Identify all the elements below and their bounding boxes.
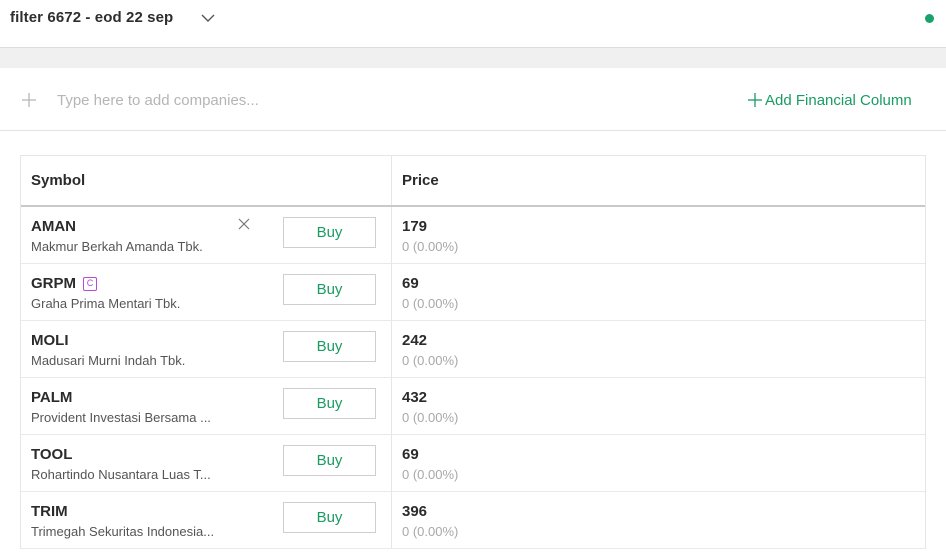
symbol-cell: GRPM C Graha Prima Mentari Tbk. Buy: [21, 264, 392, 320]
add-companies-row: Add Financial Column: [0, 68, 946, 131]
price-value: 69: [402, 275, 419, 292]
price-value: 396: [402, 503, 428, 520]
buy-button[interactable]: Buy: [283, 388, 376, 419]
plus-icon: [22, 93, 36, 107]
price-change: 0 (0.00%): [402, 239, 459, 254]
table-row[interactable]: GRPM C Graha Prima Mentari Tbk. Buy 69 0…: [21, 264, 925, 321]
companies-table: Symbol Price AMAN Makmur Berkah Amanda T…: [20, 155, 926, 549]
category-badge: C: [83, 276, 97, 291]
price-change: 0 (0.00%): [402, 353, 459, 368]
symbol-cell: PALM Provident Investasi Bersama ... Buy: [21, 378, 392, 434]
page-title[interactable]: filter 6672 - eod 22 sep: [10, 9, 173, 26]
table-row[interactable]: TRIM Trimegah Sekuritas Indonesia... Buy…: [21, 492, 925, 549]
company-name: Graha Prima Mentari Tbk.: [31, 296, 181, 311]
plus-icon: [748, 93, 762, 107]
symbol-cell: AMAN Makmur Berkah Amanda Tbk. Buy: [21, 207, 392, 263]
column-header-price[interactable]: Price: [392, 156, 439, 205]
price-cell: 396 0 (0.00%): [392, 492, 925, 548]
divider-band: [0, 47, 946, 69]
add-companies-input[interactable]: [57, 88, 577, 112]
price-cell: 69 0 (0.00%): [392, 435, 925, 491]
ticker-symbol[interactable]: PALM: [31, 389, 72, 406]
company-name: Rohartindo Nusantara Luas T...: [31, 467, 211, 482]
column-header-symbol[interactable]: Symbol: [21, 156, 392, 205]
price-value: 432: [402, 389, 428, 406]
top-bar: filter 6672 - eod 22 sep: [0, 0, 946, 47]
price-cell: 432 0 (0.00%): [392, 378, 925, 434]
company-name: Trimegah Sekuritas Indonesia...: [31, 524, 215, 539]
symbol-cell: TRIM Trimegah Sekuritas Indonesia... Buy: [21, 492, 392, 548]
table-row[interactable]: PALM Provident Investasi Bersama ... Buy…: [21, 378, 925, 435]
price-change: 0 (0.00%): [402, 296, 459, 311]
close-icon[interactable]: [237, 217, 251, 231]
symbol-cell: TOOL Rohartindo Nusantara Luas T... Buy: [21, 435, 392, 491]
ticker-symbol[interactable]: MOLI: [31, 332, 69, 349]
buy-button[interactable]: Buy: [283, 274, 376, 305]
price-change: 0 (0.00%): [402, 524, 459, 539]
chevron-down-icon[interactable]: [200, 12, 216, 24]
price-cell: 179 0 (0.00%): [392, 207, 925, 263]
table-row[interactable]: AMAN Makmur Berkah Amanda Tbk. Buy 179 0…: [21, 207, 925, 264]
price-value: 242: [402, 332, 428, 349]
symbol-cell: MOLI Madusari Murni Indah Tbk. Buy: [21, 321, 392, 377]
buy-button[interactable]: Buy: [283, 331, 376, 362]
table-header: Symbol Price: [21, 156, 925, 207]
price-change: 0 (0.00%): [402, 410, 459, 425]
price-value: 179: [402, 218, 428, 235]
price-value: 69: [402, 446, 419, 463]
table-row[interactable]: MOLI Madusari Murni Indah Tbk. Buy 242 0…: [21, 321, 925, 378]
status-dot-icon: [925, 14, 934, 23]
price-cell: 69 0 (0.00%): [392, 264, 925, 320]
add-financial-column-button[interactable]: Add Financial Column: [746, 89, 912, 111]
company-name: Provident Investasi Bersama ...: [31, 410, 211, 425]
ticker-symbol[interactable]: TRIM: [31, 503, 68, 520]
buy-button[interactable]: Buy: [283, 445, 376, 476]
price-change: 0 (0.00%): [402, 467, 459, 482]
buy-button[interactable]: Buy: [283, 502, 376, 533]
ticker-symbol[interactable]: GRPM C: [31, 275, 97, 292]
company-name: Makmur Berkah Amanda Tbk.: [31, 239, 203, 254]
price-cell: 242 0 (0.00%): [392, 321, 925, 377]
company-name: Madusari Murni Indah Tbk.: [31, 353, 186, 368]
ticker-symbol[interactable]: AMAN: [31, 218, 76, 235]
add-financial-column-label: Add Financial Column: [765, 91, 912, 109]
ticker-symbol[interactable]: TOOL: [31, 446, 72, 463]
table-row[interactable]: TOOL Rohartindo Nusantara Luas T... Buy …: [21, 435, 925, 492]
buy-button[interactable]: Buy: [283, 217, 376, 248]
